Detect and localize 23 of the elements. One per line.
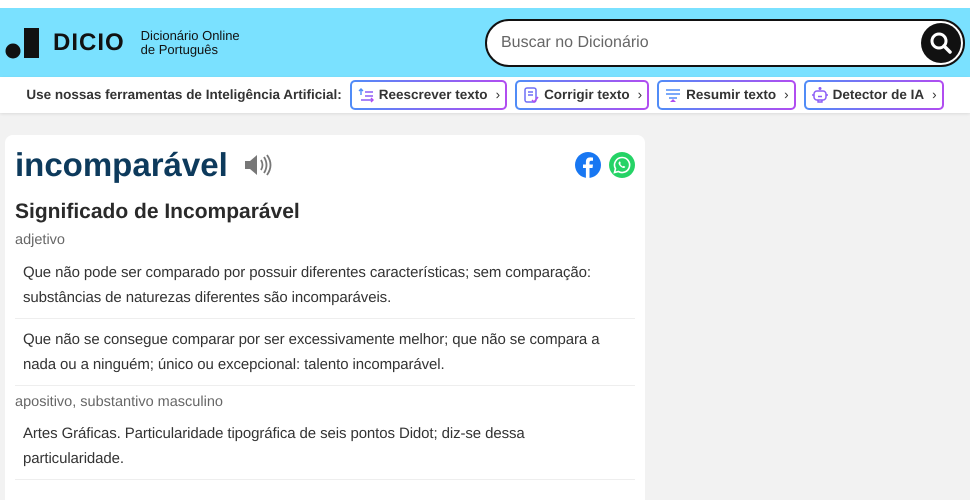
- speaker-icon[interactable]: [244, 154, 272, 176]
- text-lines-icon: [664, 86, 682, 104]
- search-field[interactable]: Buscar no Dicionário: [485, 18, 965, 66]
- tagline: Dicionário Online de Português: [140, 28, 240, 56]
- facebook-icon[interactable]: [575, 152, 601, 178]
- rewrite-icon: [356, 86, 375, 104]
- tool-button[interactable]: Reescrever texto ›: [350, 80, 508, 110]
- word-title: incomparável: [15, 145, 228, 185]
- tool-button[interactable]: Detector de IA ›: [804, 80, 944, 110]
- tool-button[interactable]: Resumir texto ›: [657, 80, 796, 110]
- meaning-heading: Significado de Incomparável: [15, 198, 301, 224]
- checklist-icon: [522, 86, 540, 104]
- logo-icon: [5, 26, 41, 58]
- search-icon: [929, 30, 953, 54]
- tools-label: Use nossas ferramentas de Inteligência Artificial:: [26, 86, 342, 104]
- definition-text: Artes Gráficas. Particularidade tipográfica de seis pontos Didot; diz-se dessa particularidade.: [15, 413, 635, 480]
- word-class-label: apositivo, substantivo masculino: [15, 392, 224, 412]
- word-class-label: adjetivo: [15, 230, 66, 250]
- logo-text[interactable]: DICIO: [53, 24, 125, 60]
- definition-text: Que não pode ser comparado por possuir diferentes características; sem comparação: substâncias de naturezas diferentes são incomparáveis.: [15, 252, 635, 319]
- robot-icon: [810, 86, 829, 104]
- tool-button[interactable]: Corrigir texto ›: [515, 80, 650, 110]
- definition-text: Que não se consegue comparar por ser excessivamente melhor; que não se compara a nada ou a ninguém; único ou excepcional: talento incomparável.: [15, 318, 635, 386]
